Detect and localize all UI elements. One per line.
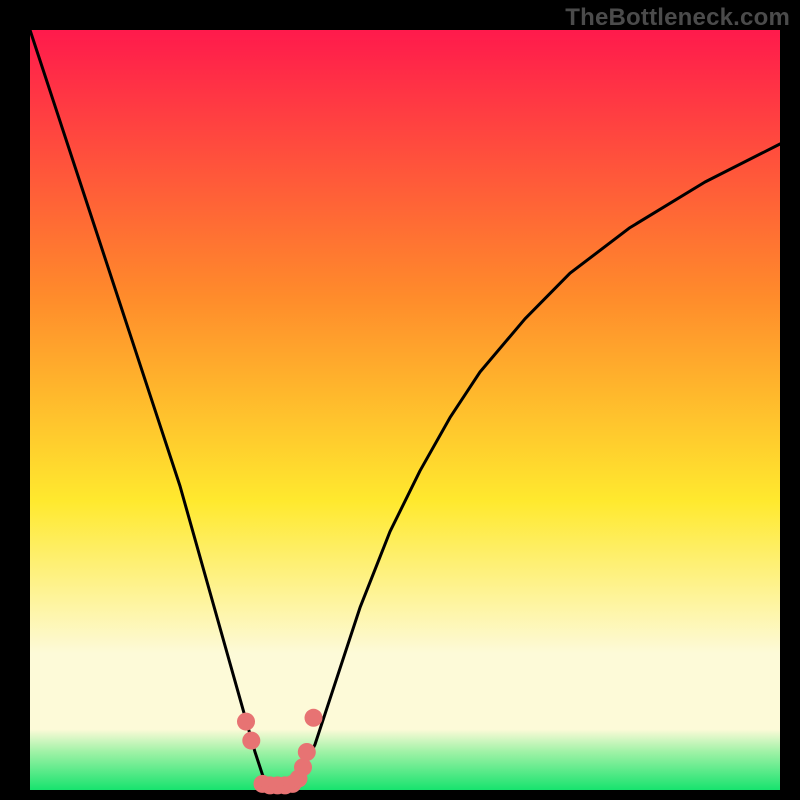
curve-marker: [242, 732, 260, 750]
curve-marker: [237, 713, 255, 731]
curve-marker: [298, 743, 316, 761]
curve-marker: [305, 709, 323, 727]
watermark-text: TheBottleneck.com: [565, 4, 790, 32]
bottleneck-chart: [0, 0, 800, 800]
curve-marker: [294, 758, 312, 776]
chart-plot-area: [30, 30, 780, 790]
chart-frame: TheBottleneck.com: [0, 0, 800, 800]
